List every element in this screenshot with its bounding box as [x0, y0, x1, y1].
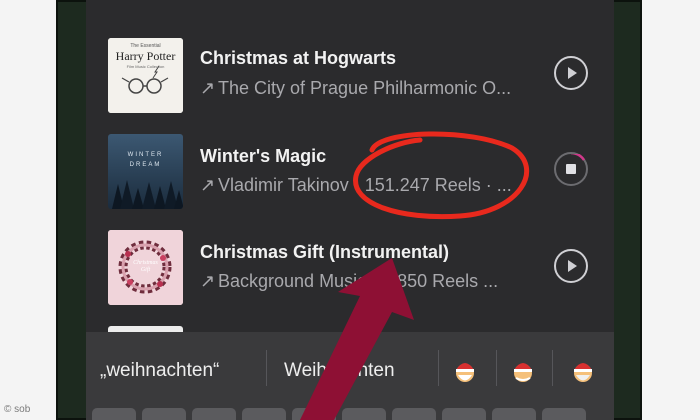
photo-credit: © sob: [4, 404, 31, 415]
annotation-overlay: [300, 131, 530, 420]
annotation-ellipse: [353, 131, 530, 220]
annotation-arrow: [300, 258, 414, 420]
